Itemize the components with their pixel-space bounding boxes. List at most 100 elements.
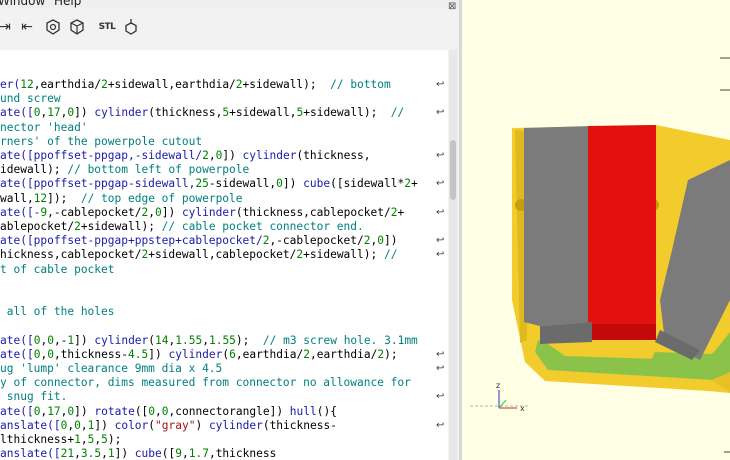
code-line[interactable]: t of cable pocket	[0, 263, 115, 277]
export-stl-button[interactable]: STL	[96, 16, 118, 38]
code-line[interactable]: anslate([21,3.5,1]) cube([9,1.7,thicknes…	[0, 447, 276, 460]
code-token: 0	[47, 333, 54, 347]
code-token: ,	[208, 149, 216, 162]
code-line[interactable]: ate([0,0,-1]) cylinder(14,1.55,1.55); //…	[0, 334, 418, 348]
code-token: ate([	[0, 106, 34, 120]
code-token: ([	[161, 447, 176, 460]
code-token: cylinder	[242, 149, 297, 162]
indent-icon[interactable]: ⇥	[0, 16, 16, 38]
code-line[interactable]: ate([0,17,0]) rotate([0,0,connectorangle…	[0, 405, 337, 419]
code-token: 21	[60, 447, 75, 460]
code-line[interactable]: anslate([0,0,1]) color("gray") cylinder(…	[0, 419, 337, 433]
code-line[interactable]: snug fit.	[0, 390, 68, 404]
code-token: ([	[134, 404, 149, 418]
menu-window[interactable]: Window	[0, 0, 45, 8]
code-line[interactable]: und screw	[0, 92, 61, 106]
code-token: hickness,cablepocket/	[0, 248, 142, 262]
code-line[interactable]: idewall); // bottom left of powerpole	[0, 163, 249, 177]
code-token: 1	[74, 433, 81, 446]
code-token: cylinder	[181, 205, 236, 219]
line-wrap-icon: ↩	[436, 235, 445, 247]
code-token: ])	[94, 418, 115, 432]
code-token: 2	[235, 78, 243, 91]
code-token: ate([ppoffset-ppgap+ppstep+cablepocket/	[0, 234, 263, 248]
code-line[interactable]: y of connector, dims measured from conne…	[0, 376, 411, 390]
code-token: ])	[148, 347, 169, 361]
code-token: er(	[0, 78, 21, 91]
code-token: ,-cablepocket/	[47, 205, 142, 219]
code-editor[interactable]: er(12,earthdia/2+sidewall,earthdia/2+sid…	[0, 50, 448, 460]
code-line[interactable]: ate([0,17,0]) cylinder(thickness,5+sidew…	[0, 106, 404, 120]
code-line[interactable]: ate([ppoffset-ppgap+ppstep+cablepocket/2…	[0, 234, 397, 248]
code-token: ,earthdia/	[33, 78, 102, 91]
code-token: //	[383, 248, 398, 262]
code-token: 0	[74, 418, 81, 432]
code-token: // top edge of powerpole	[80, 191, 243, 205]
code-token: anslate([	[0, 447, 61, 460]
code-token: cube	[303, 177, 331, 191]
code-token: ate([	[0, 333, 34, 347]
code-token: ,earthdia/	[235, 347, 304, 361]
preview-icon[interactable]	[42, 16, 64, 38]
axis-x-label: x	[520, 404, 525, 413]
code-token: (thickness,	[148, 106, 223, 120]
code-token: 2	[74, 220, 81, 233]
code-token: cylinder	[208, 418, 263, 432]
code-line[interactable]: nector 'head'	[0, 121, 88, 135]
code-token: ,	[202, 333, 209, 347]
code-token: ate([	[0, 347, 34, 361]
code-token: -sidewall,	[208, 177, 277, 191]
code-token: ,	[80, 418, 88, 432]
code-token: (thickness-	[262, 418, 337, 432]
code-line[interactable]: lthickness+1,5,5);	[0, 433, 121, 447]
code-token: cylinder	[168, 347, 223, 361]
code-line[interactable]: rners' of the powerpole cutout	[0, 135, 202, 149]
unindent-icon[interactable]: ⇤	[16, 16, 38, 38]
code-line[interactable]: hickness,cablepocket/2+sidewall,cablepoc…	[0, 248, 397, 262]
3d-viewport[interactable]: x z	[462, 0, 730, 460]
code-token: 0	[377, 234, 384, 248]
code-token: 5	[101, 433, 108, 446]
code-token: y of connector, dims measured from conne…	[0, 376, 411, 390]
code-token: 25	[195, 177, 209, 191]
code-line[interactable]: er(12,earthdia/2+sidewall,earthdia/2+sid…	[0, 78, 391, 92]
editor-scroll-thumb[interactable]	[450, 140, 456, 200]
code-token: 1	[107, 447, 115, 460]
line-wrap-icon: ↩	[436, 363, 445, 374]
render-icon[interactable]	[66, 16, 88, 38]
code-line[interactable]: all of the holes	[0, 305, 115, 319]
code-token: 12	[33, 191, 48, 205]
editor-scrollbar[interactable]	[449, 50, 457, 460]
code-token: 0	[161, 404, 169, 418]
code-token: 2	[303, 347, 310, 361]
send-to-print-icon[interactable]	[120, 16, 142, 38]
code-token: 4.5	[128, 347, 149, 361]
code-token: ablepocket/	[0, 220, 75, 233]
code-line[interactable]: ate([ppoffset-ppgap,-sidewall/2,0]) cyli…	[0, 149, 371, 163]
code-token: ,thickness	[208, 447, 277, 460]
code-token: +sidewall);	[303, 106, 391, 120]
code-token: cube	[134, 447, 162, 460]
code-token: +	[410, 177, 418, 191]
line-wrap-icon: ↩	[436, 79, 445, 90]
code-line[interactable]: ablepocket/2+sidewall); // cable pocket …	[0, 220, 364, 234]
code-token: ,-cablepocket/	[269, 234, 364, 248]
code-token: )	[195, 418, 209, 432]
menu-help[interactable]: Help	[54, 0, 81, 8]
code-token: ,	[74, 447, 81, 460]
code-token: (){	[316, 404, 337, 418]
code-line[interactable]: wall,12]); // top edge of powerpole	[0, 192, 243, 206]
code-token: ,earthdia/	[309, 347, 378, 361]
line-wrap-icon: ↩	[436, 150, 445, 161]
code-token: 2	[390, 205, 398, 219]
editor-close-icon[interactable]: ⊠	[448, 2, 458, 12]
code-token: anslate([	[0, 418, 61, 432]
code-token: ])	[74, 106, 95, 120]
menu-bar: Window Help	[0, 0, 462, 8]
code-line[interactable]: ug 'lump' clearance 9mm dia x 4.5	[0, 362, 222, 376]
code-line[interactable]: ate([0,0,thickness-4.5]) cylinder(6,eart…	[0, 348, 398, 362]
code-line[interactable]: ate([ppoffset-ppgap-sidewall,25-sidewall…	[0, 177, 418, 191]
code-token: 1.7	[188, 447, 209, 460]
code-token: 2	[404, 177, 411, 191]
code-line[interactable]: ate([-9,-cablepocket/2,0]) cylinder(thic…	[0, 206, 404, 220]
